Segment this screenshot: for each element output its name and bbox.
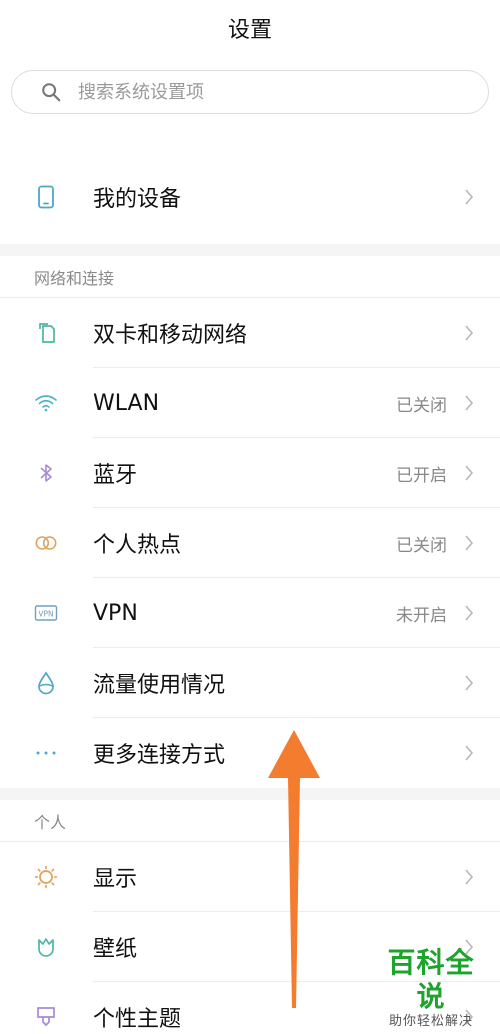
item-label: 显示 [93, 867, 138, 892]
vpn-icon: VPN [34, 601, 58, 625]
item-bluetooth[interactable]: 蓝牙 已开启 [0, 438, 500, 508]
chevron-right-icon [465, 325, 474, 341]
phone-icon [34, 185, 58, 209]
chevron-right-icon [465, 395, 474, 411]
item-more-connections[interactable]: 更多连接方式 [0, 718, 500, 788]
chevron-right-icon [465, 465, 474, 481]
item-label: 个人热点 [93, 533, 182, 558]
sim-card-icon [34, 321, 58, 345]
watermark-subtitle: 助你轻松解决 [388, 1014, 473, 1029]
item-label: WLAN [93, 390, 160, 416]
item-label: 蓝牙 [93, 463, 138, 488]
item-status: 已关闭 [396, 395, 447, 416]
section-gap [0, 788, 500, 800]
item-hotspot[interactable]: 个人热点 已关闭 [0, 508, 500, 578]
more-dots-icon [34, 741, 58, 765]
wifi-icon [34, 391, 58, 415]
item-wlan[interactable]: WLAN 已关闭 [0, 368, 500, 438]
data-drop-icon [34, 671, 58, 695]
item-label: 我的设备 [93, 187, 182, 212]
item-status: 已关闭 [396, 535, 447, 556]
section-header-personal: 个人 [0, 800, 500, 842]
sun-icon [34, 865, 58, 889]
item-my-device[interactable]: 我的设备 [0, 150, 500, 244]
item-label: 双卡和移动网络 [93, 323, 248, 348]
item-label: 流量使用情况 [93, 673, 226, 698]
search-icon [42, 83, 61, 102]
watermark-title: 百科全说 [387, 946, 475, 1013]
item-status: 已开启 [396, 465, 447, 486]
item-status: 未开启 [396, 605, 447, 626]
section-gap [0, 244, 500, 256]
chevron-right-icon [465, 869, 474, 885]
search-box[interactable] [11, 70, 489, 114]
theme-brush-icon [34, 1005, 58, 1029]
chevron-right-icon [465, 189, 474, 205]
item-display[interactable]: 显示 [0, 842, 500, 912]
chevron-right-icon [465, 535, 474, 551]
chevron-right-icon [465, 605, 474, 621]
item-dual-sim[interactable]: 双卡和移动网络 [0, 298, 500, 368]
item-vpn[interactable]: VPN VPN 未开启 [0, 578, 500, 648]
section-header-network: 网络和连接 [0, 256, 500, 298]
search-input[interactable] [78, 81, 438, 103]
watermark-logo: 百科全说 助你轻松解决 [376, 946, 486, 1030]
item-label: 个性主题 [93, 1007, 182, 1032]
item-data-usage[interactable]: 流量使用情况 [0, 648, 500, 718]
page-title: 设置 [227, 18, 272, 43]
bluetooth-icon [34, 461, 58, 485]
title-bar: 设置 [0, 0, 500, 56]
hotspot-icon [34, 531, 58, 555]
wallpaper-icon [34, 935, 58, 959]
item-label: 更多连接方式 [93, 743, 226, 768]
chevron-right-icon [465, 745, 474, 761]
item-label: 壁纸 [93, 937, 138, 962]
item-label: VPN [93, 600, 138, 626]
chevron-right-icon [465, 675, 474, 691]
svg-text:VPN: VPN [38, 610, 53, 619]
